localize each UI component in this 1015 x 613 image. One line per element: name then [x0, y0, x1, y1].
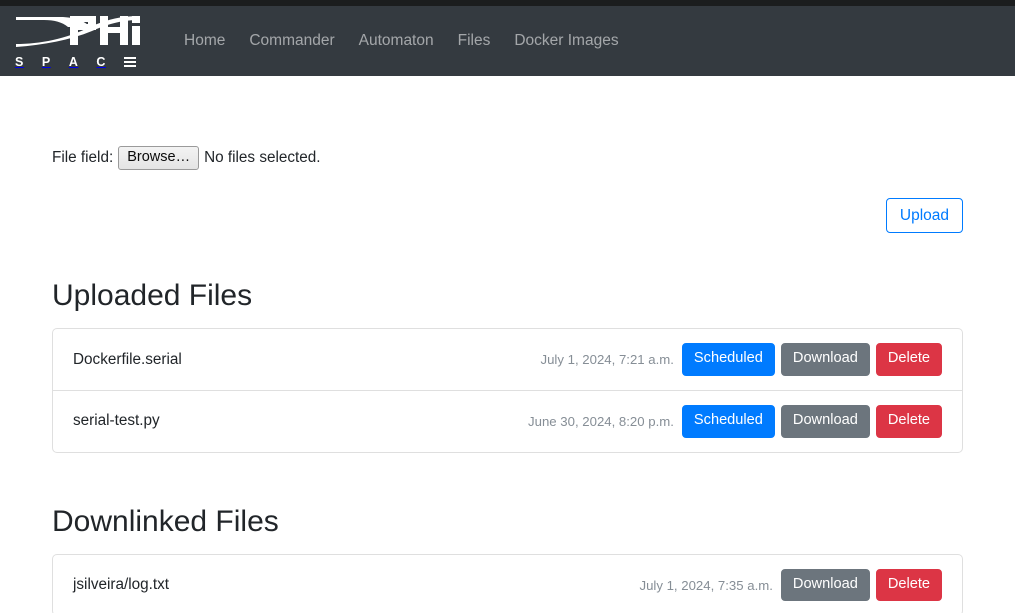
page-content: File field: Browse… No files selected. U…: [0, 76, 1015, 613]
brand-logo-dphi-space[interactable]: S P A C: [14, 14, 142, 69]
table-row: serial-test.py June 30, 2024, 8:20 p.m. …: [53, 390, 962, 452]
file-timestamp: July 1, 2024, 7:35 a.m.: [639, 577, 773, 593]
row-actions: July 1, 2024, 7:21 a.m. Scheduled Downlo…: [540, 343, 942, 377]
row-actions: July 1, 2024, 7:35 a.m. Download Delete: [639, 568, 942, 602]
file-name: jsilveira/log.txt: [73, 576, 170, 594]
nav-link-home[interactable]: Home: [172, 25, 237, 57]
no-files-selected-text: No files selected.: [204, 148, 321, 166]
scheduled-button[interactable]: Scheduled: [681, 405, 775, 438]
delete-button[interactable]: Delete: [875, 343, 942, 377]
downlinked-files-heading: Downlinked Files: [52, 504, 279, 538]
table-row: jsilveira/log.txt July 1, 2024, 7:35 a.m…: [53, 555, 962, 613]
delete-button[interactable]: Delete: [875, 405, 942, 438]
download-button[interactable]: Download: [780, 568, 870, 602]
uploaded-files-list: Dockerfile.serial July 1, 2024, 7:21 a.m…: [52, 328, 963, 453]
file-field-label: File field:: [52, 149, 114, 167]
hamburger-bars-icon: [124, 57, 136, 67]
nav-link-docker-images[interactable]: Docker Images: [502, 25, 630, 57]
brand-letter-c: C: [96, 54, 106, 69]
scheduled-button[interactable]: Scheduled: [681, 343, 775, 377]
downlinked-files-list: jsilveira/log.txt July 1, 2024, 7:35 a.m…: [52, 553, 963, 613]
brand-letter-s: S: [15, 54, 24, 69]
file-timestamp: June 30, 2024, 8:20 p.m.: [528, 413, 674, 429]
delete-button[interactable]: Delete: [875, 568, 942, 602]
brand-subtitle-space: S P A C: [14, 56, 138, 69]
file-timestamp: July 1, 2024, 7:21 a.m.: [540, 352, 674, 368]
dphi-logo-icon: [14, 14, 142, 53]
uploaded-files-heading: Uploaded Files: [52, 279, 253, 313]
upload-button-row: Upload: [52, 170, 963, 234]
upload-button[interactable]: Upload: [885, 197, 963, 234]
brand-letter-a: A: [68, 54, 79, 69]
download-button[interactable]: Download: [780, 405, 870, 438]
browse-button[interactable]: Browse…: [118, 146, 200, 170]
table-row: Dockerfile.serial July 1, 2024, 7:21 a.m…: [53, 329, 962, 390]
nav-link-commander[interactable]: Commander: [237, 25, 346, 57]
nav-link-automaton[interactable]: Automaton: [347, 25, 446, 57]
file-name: Dockerfile.serial: [73, 350, 182, 368]
main-navbar: S P A C Home Commander Automaton Files D…: [0, 6, 1015, 76]
file-name: serial-test.py: [73, 412, 160, 430]
download-button[interactable]: Download: [780, 343, 870, 377]
navbar-links: Home Commander Automaton Files Docker Im…: [172, 25, 631, 57]
nav-link-files[interactable]: Files: [446, 25, 503, 57]
row-actions: June 30, 2024, 8:20 p.m. Scheduled Downl…: [528, 405, 942, 438]
file-field-row: File field: Browse… No files selected.: [52, 76, 963, 170]
brand-letter-p: P: [41, 54, 51, 69]
